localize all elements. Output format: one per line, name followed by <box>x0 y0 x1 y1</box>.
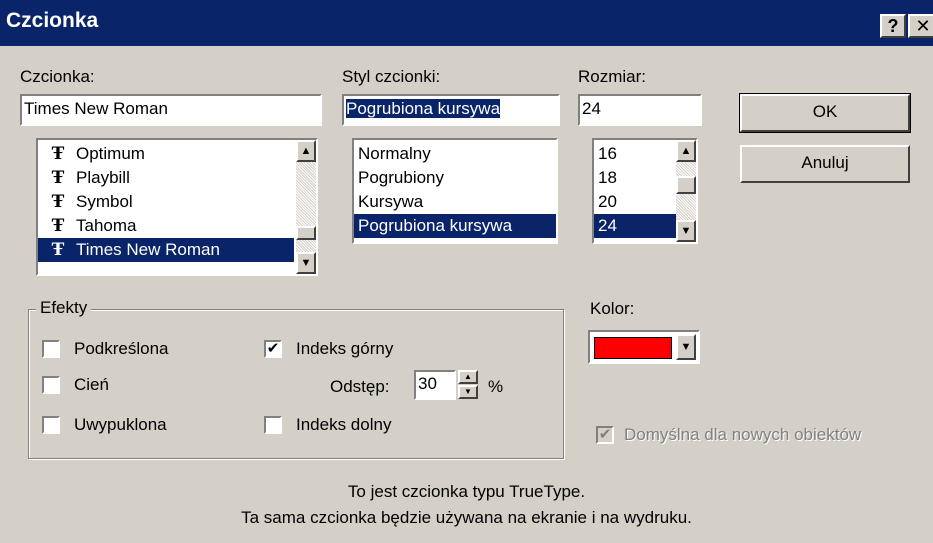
list-item-label: Normalny <box>358 144 431 163</box>
truetype-icon: Ŧ <box>51 144 65 164</box>
truetype-icon: Ŧ <box>51 192 65 212</box>
truetype-icon: Ŧ <box>51 240 65 260</box>
underline-label[interactable]: Podkreślona <box>74 338 169 360</box>
color-select[interactable]: ▼ <box>588 330 700 364</box>
style-label: Styl czcionki: <box>342 66 440 88</box>
scroll-up-button[interactable]: ▲ <box>296 140 316 162</box>
spin-down-button[interactable]: ▼ <box>458 385 478 399</box>
color-dropdown-button[interactable]: ▼ <box>676 334 696 360</box>
spin-up-button[interactable]: ▲ <box>458 370 478 384</box>
offset-label: Odstęp: <box>330 377 390 396</box>
emboss-checkbox[interactable] <box>42 416 60 434</box>
dialog-title: Czcionka <box>6 9 99 32</box>
style-input-value: Pogrubiona kursywa <box>346 99 501 118</box>
font-list-scrollbar[interactable]: ▲ ▼ <box>296 140 316 274</box>
list-item-label: 18 <box>598 168 617 187</box>
underline-checkbox[interactable] <box>42 340 60 358</box>
emboss-label[interactable]: Uwypuklona <box>74 414 167 436</box>
offset-unit: % <box>488 377 504 396</box>
arrow-up-icon: ▲ <box>300 145 312 157</box>
style-list[interactable]: Normalny Pogrubiony Kursywa Pogrubiona kurs… <box>352 138 558 244</box>
arrow-down-icon: ▼ <box>300 257 312 269</box>
offset-input[interactable]: 30 <box>414 370 456 400</box>
help-icon: ? <box>887 16 899 36</box>
chevron-down-icon: ▼ <box>680 341 692 353</box>
list-item[interactable]: 18 <box>594 166 676 190</box>
list-item-label: 16 <box>598 144 617 163</box>
font-input[interactable]: Times New Roman <box>20 94 322 126</box>
list-item[interactable]: Normalny <box>354 142 556 166</box>
check-icon: ✔ <box>266 340 280 357</box>
list-item[interactable]: Pogrubiony <box>354 166 556 190</box>
default-for-new-checkbox[interactable]: ✔ <box>596 426 614 444</box>
list-item[interactable]: 24 <box>594 214 676 238</box>
scroll-thumb[interactable] <box>296 226 316 240</box>
list-item[interactable]: Ŧ Optimum <box>38 142 294 166</box>
list-item-label: Optimum <box>76 144 145 163</box>
default-for-new-label[interactable]: Domyślna dla nowych obiektów <box>624 424 861 446</box>
font-label: Czcionka: <box>20 66 95 88</box>
list-item[interactable]: Ŧ Times New Roman <box>38 238 294 262</box>
list-item[interactable]: Ŧ Symbol <box>38 190 294 214</box>
cancel-button-label: Anuluj <box>801 153 849 172</box>
title-bar[interactable]: Czcionka ? ✕ <box>0 0 933 46</box>
list-item-label: 20 <box>598 192 617 211</box>
size-input[interactable]: 24 <box>578 94 702 126</box>
style-input[interactable]: Pogrubiona kursywa <box>342 94 560 126</box>
effects-legend: Efekty <box>36 298 92 318</box>
style-label-text: Styl czcionki: <box>342 67 441 86</box>
list-item-label: Pogrubiony <box>358 168 445 187</box>
list-item-label: Symbol <box>76 192 133 211</box>
info-line-2: Ta sama czcionka będzie używana na ekran… <box>241 508 692 527</box>
truetype-icon: Ŧ <box>51 168 65 188</box>
scroll-up-button[interactable]: ▲ <box>676 140 696 162</box>
list-item[interactable]: Ŧ Playbill <box>38 166 294 190</box>
check-icon: ✔ <box>598 426 612 443</box>
truetype-icon: Ŧ <box>51 216 65 236</box>
list-item-label: Times New Roman <box>76 240 220 259</box>
arrow-up-icon: ▲ <box>464 372 472 381</box>
list-item[interactable]: 20 <box>594 190 676 214</box>
superscript-checkbox[interactable]: ✔ <box>264 340 282 358</box>
list-item-label: Pogrubiona kursywa <box>358 216 513 235</box>
font-label-text: Czcionka: <box>20 67 95 86</box>
size-list-scrollbar[interactable]: ▲ ▼ <box>676 140 696 242</box>
font-list[interactable]: Ŧ Optimum Ŧ Playbill Ŧ Symbol Ŧ Tahoma Ŧ Times Ne… <box>36 138 318 276</box>
size-label: Rozmiar: <box>578 66 646 88</box>
superscript-label[interactable]: Indeks górny <box>296 338 393 360</box>
shadow-checkbox[interactable] <box>42 376 60 394</box>
help-button[interactable]: ? <box>880 14 906 38</box>
color-label: Kolor: <box>590 299 635 318</box>
list-item-label: Playbill <box>76 168 130 187</box>
font-dialog: Czcionka ? ✕ Czcionka: Times New Roman Ŧ… <box>0 0 933 543</box>
list-item-label: Tahoma <box>76 216 137 235</box>
list-item[interactable]: 16 <box>594 142 676 166</box>
arrow-up-icon: ▲ <box>680 145 692 157</box>
ok-button[interactable]: OK <box>739 93 911 133</box>
list-item-label: Kursywa <box>358 192 424 211</box>
subscript-checkbox[interactable] <box>264 416 282 434</box>
list-item[interactable]: Pogrubiona kursywa <box>354 214 556 238</box>
size-list[interactable]: 16 18 20 24 ▲ ▼ <box>592 138 698 244</box>
list-item[interactable]: Ŧ Tahoma <box>38 214 294 238</box>
arrow-down-icon: ▼ <box>464 387 472 396</box>
color-swatch <box>594 337 672 359</box>
list-item-label: 24 <box>598 216 617 235</box>
close-button[interactable]: ✕ <box>908 14 933 38</box>
scroll-down-button[interactable]: ▼ <box>296 252 316 274</box>
close-icon: ✕ <box>915 16 931 36</box>
shadow-label[interactable]: Cień <box>74 374 109 396</box>
subscript-label[interactable]: Indeks dolny <box>296 414 391 436</box>
scroll-down-button[interactable]: ▼ <box>676 220 696 242</box>
scroll-thumb[interactable] <box>676 176 696 194</box>
cancel-button[interactable]: Anuluj <box>740 145 910 183</box>
size-label-text: Rozmiar: <box>578 67 647 86</box>
arrow-down-icon: ▼ <box>680 225 692 237</box>
offset-spinner[interactable]: ▲ ▼ <box>458 370 478 400</box>
list-item[interactable]: Kursywa <box>354 190 556 214</box>
info-line-1: To jest czcionka typu TrueType. <box>347 482 586 501</box>
ok-button-label: OK <box>812 102 838 121</box>
